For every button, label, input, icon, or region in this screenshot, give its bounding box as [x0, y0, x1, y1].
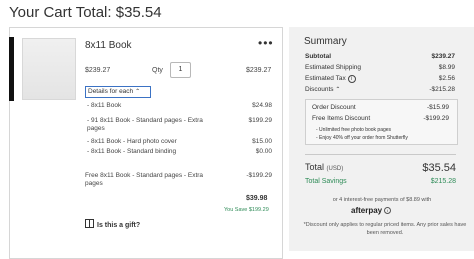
free-item-label: Free 8x11 Book - Standard pages - Extra …: [85, 172, 204, 187]
summary-divider: [305, 154, 456, 155]
total-currency: (USD): [326, 166, 344, 172]
details-toggle-label: Details for each: [88, 88, 134, 95]
details-toggle-button[interactable]: Details for each ⌃: [85, 86, 151, 98]
detail-row-label: - 8x11 Book: [87, 102, 122, 109]
summary-title: Summary: [304, 36, 347, 47]
you-save-text: You Save $199.29: [224, 207, 269, 213]
installments-text: or 4 interest-free payments of $8.89 wit…: [332, 197, 432, 203]
free-items-discount-value: -$199.29: [423, 115, 449, 122]
item-total: $39.98: [246, 195, 268, 202]
discounts-row[interactable]: Discounts ⌃ -$215.28: [305, 86, 455, 95]
product-thumbnail[interactable]: [22, 38, 76, 100]
perk-item: - Unlimited free photo book pages: [316, 127, 392, 133]
tax-label: Estimated Tax: [305, 75, 346, 82]
perk-item: - Enjoy 40% off your order from Shutterf…: [316, 135, 408, 141]
chevron-up-icon: ⌃: [335, 87, 341, 93]
info-icon[interactable]: i: [384, 207, 392, 214]
afterpay-link[interactable]: afterpay i: [351, 206, 392, 215]
gift-option[interactable]: Is this a gift?: [85, 219, 140, 229]
detail-row-value: $15.00: [252, 138, 272, 145]
item-accent-bar: [9, 37, 14, 101]
free-item-value: -$199.29: [246, 172, 272, 179]
tax-value: $2.56: [438, 75, 455, 82]
free-items-discount-label: Free Items Discount: [312, 115, 371, 122]
shipping-value: $8.99: [438, 64, 455, 71]
line-total: $239.27: [246, 67, 272, 74]
shipping-label: Estimated Shipping: [305, 64, 362, 71]
total-label: Total: [305, 162, 325, 172]
discounts-label: Discounts: [305, 86, 334, 93]
detail-row-label: - 8x11 Book - Hard photo cover: [87, 138, 177, 145]
tax-row: Estimated Tax i $2.56: [305, 75, 455, 84]
subtotal-label: Subtotal: [305, 53, 331, 60]
discount-disclaimer: *Discount only applies to regular priced…: [303, 222, 467, 236]
gift-label: Is this a gift?: [97, 222, 141, 229]
chevron-up-icon: ⌃: [135, 89, 141, 95]
detail-row-label: - 8x11 Book - Standard binding: [87, 148, 177, 155]
more-options-icon[interactable]: •••: [258, 36, 274, 50]
total-savings-label: Total Savings: [305, 178, 347, 185]
order-discount-label: Order Discount: [312, 104, 356, 111]
shipping-row: Estimated Shipping $8.99: [305, 64, 455, 73]
order-discount-value: -$15.99: [426, 104, 449, 111]
detail-row-value: $199.29: [248, 117, 273, 124]
discounts-value: -$215.28: [429, 86, 455, 93]
afterpay-logo: afterpay: [351, 206, 383, 215]
info-icon[interactable]: i: [347, 75, 356, 83]
detail-row-value: $24.98: [252, 102, 272, 109]
quantity-input[interactable]: 1: [170, 62, 191, 78]
subtotal-row: Subtotal $239.27: [305, 53, 455, 62]
total-savings-value: $215.28: [430, 178, 456, 185]
total-value: $35.54: [422, 162, 456, 174]
cart-total-title: Your Cart Total: $35.54: [9, 4, 162, 21]
subtotal-value: $239.27: [431, 53, 456, 60]
product-name[interactable]: 8x11 Book: [85, 40, 132, 51]
gift-icon: [85, 219, 94, 228]
detail-row-value: $0.00: [255, 148, 272, 155]
detail-row-label: - 91 8x11 Book - Standard pages - Extra …: [87, 117, 203, 132]
quantity-label: Qty: [152, 67, 163, 74]
unit-price: $239.27: [85, 67, 111, 74]
